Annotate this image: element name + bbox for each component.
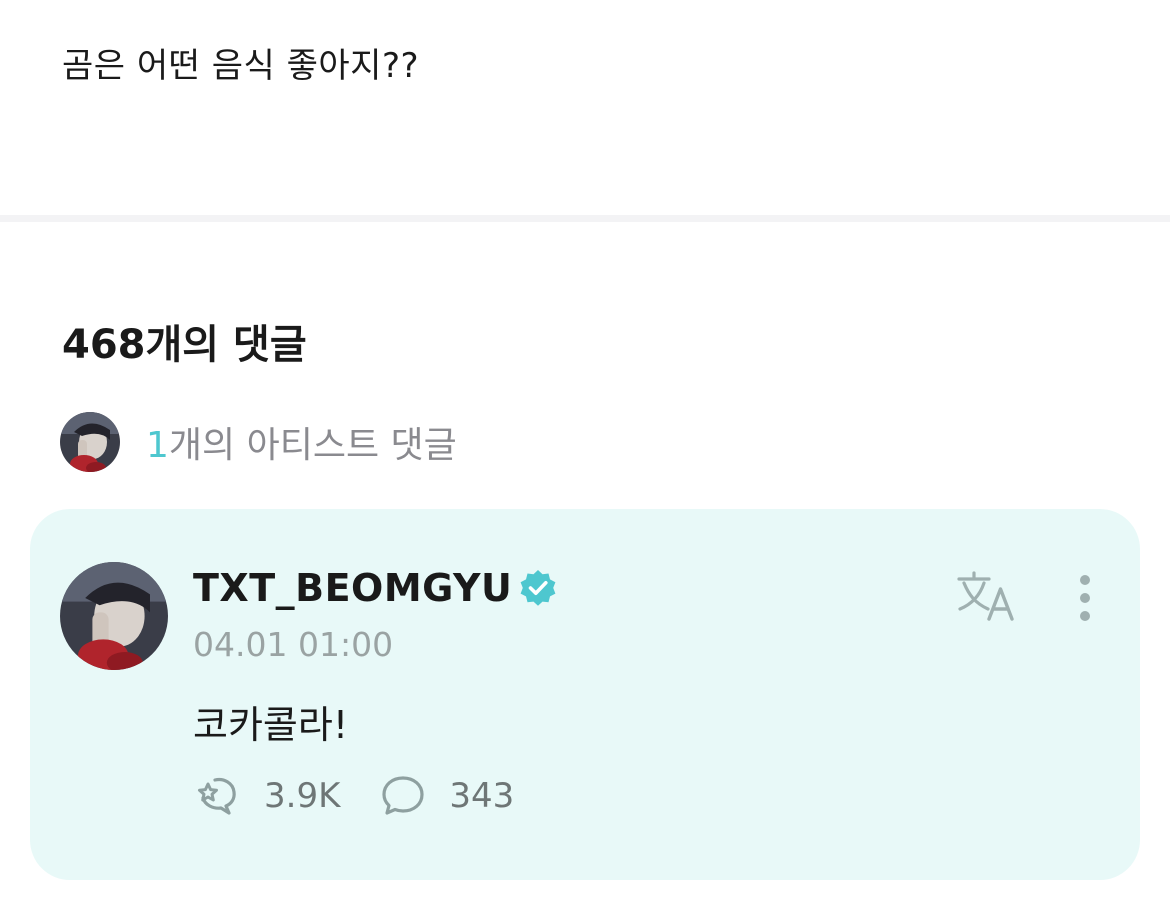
commenter-username[interactable]: TXT_BEOMGYU: [193, 566, 512, 610]
like-icon: [198, 777, 236, 815]
verified-badge-icon: [521, 570, 556, 606]
comment-actions: 3.9K 343: [193, 771, 514, 821]
artist-comments-count: 1: [146, 425, 169, 466]
more-options-button[interactable]: [1067, 572, 1103, 624]
artist-comments-text: 개의 아티스트 댓글: [168, 425, 457, 466]
post-text: 곰은 어떤 음식 좋아지??: [62, 46, 420, 86]
like-count: 3.9K: [264, 776, 341, 816]
reply-icon: [382, 776, 424, 815]
comment-timestamp: 04.01 01:00: [193, 625, 394, 664]
translate-icon: [957, 571, 1014, 621]
more-vertical-icon: [1080, 575, 1090, 621]
comment-count-heading: 468개의 댓글: [62, 322, 307, 368]
artist-comments-link[interactable]: 1개의 아티스트 댓글: [60, 411, 457, 473]
reply-button[interactable]: 343: [378, 771, 514, 821]
page: 곰은 어떤 음식 좋아지?? 468개의 댓글 1개의 아티스트 댓글 TXT_…: [0, 0, 1170, 906]
like-button[interactable]: 3.9K: [193, 771, 340, 821]
translate-button[interactable]: [955, 569, 1019, 625]
reply-count: 343: [449, 776, 515, 816]
commenter-avatar[interactable]: [60, 562, 168, 670]
artist-comments-label: 1개의 아티스트 댓글: [146, 416, 457, 468]
artist-comment-card: TXT_BEOMGYU 04.01 01:00 코카콜라! 3.9K 343: [30, 509, 1140, 880]
commenter-name-row: TXT_BEOMGYU: [193, 566, 558, 610]
comment-body: 코카콜라!: [193, 703, 349, 747]
section-divider: [0, 215, 1170, 222]
artist-avatar: [60, 412, 120, 472]
